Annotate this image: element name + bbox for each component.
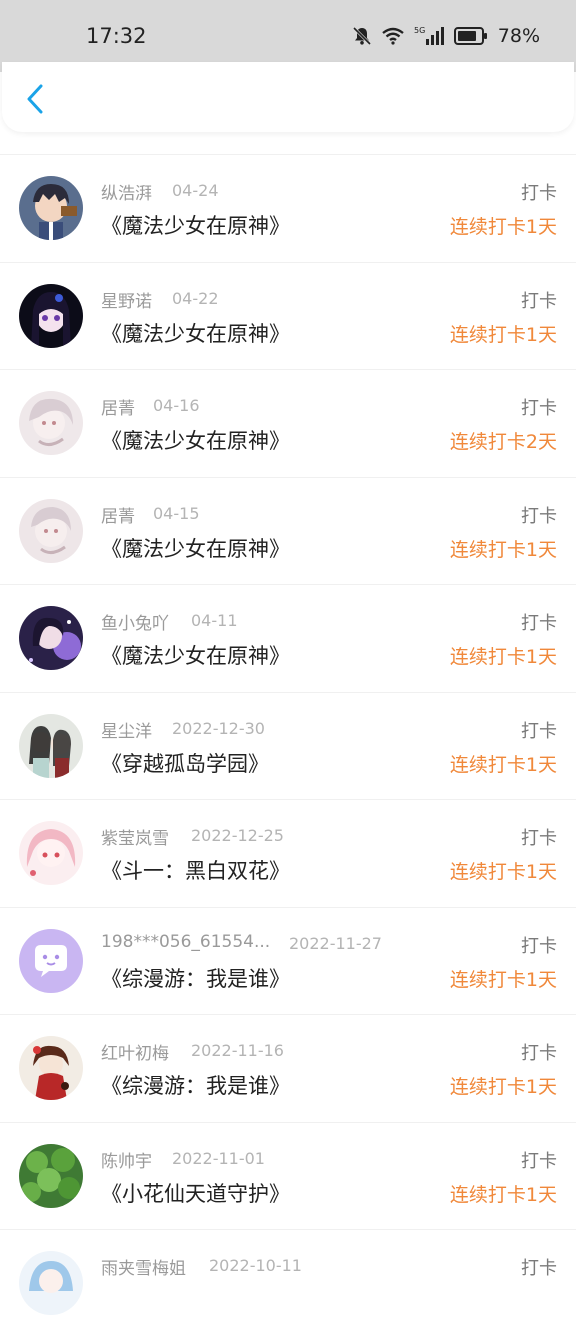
checkin-tag: 打卡 [521, 183, 557, 204]
chevron-left-icon [27, 84, 43, 114]
checkin-tag: 打卡 [521, 935, 557, 957]
svg-text:5G: 5G [414, 26, 425, 35]
streak-label: 连续打卡2天 [449, 431, 557, 453]
signal-5g-icon: 5G [414, 25, 444, 47]
book-title: 《斗一：黑白双花》 [101, 859, 290, 883]
checkin-row[interactable]: 居菁 04-16 《魔法少女在原神》 打卡 连续打卡2天 [0, 369, 576, 477]
checkin-date: 04-22 [172, 288, 219, 308]
checkin-row[interactable]: 鱼小兔吖 04-11 《魔法少女在原神》 打卡 连续打卡1天 [0, 584, 576, 692]
checkin-date: 2022-11-01 [172, 1148, 265, 1168]
checkin-list: 纵浩湃 04-24 《魔法少女在原神》 打卡 连续打卡1天 星野诺 04-22 … [0, 154, 576, 1337]
book-title: 《魔法少女在原神》 [101, 536, 290, 561]
user-name: 陈帅宇 [101, 1151, 152, 1172]
avatar[interactable] [19, 606, 83, 670]
user-name: 居菁 [101, 506, 135, 527]
avatar[interactable] [19, 498, 83, 563]
checkin-tag: 打卡 [521, 613, 557, 634]
user-name: 雨夹雪梅姐 [101, 1259, 186, 1279]
status-icons: 5G 78% [352, 22, 540, 50]
avatar[interactable] [19, 1251, 83, 1315]
checkin-date: 2022-12-30 [172, 718, 265, 738]
checkin-row[interactable]: 居菁 04-15 《魔法少女在原神》 打卡 连续打卡1天 [0, 476, 576, 585]
streak-label: 连续打卡1天 [449, 968, 557, 991]
battery-icon [453, 27, 488, 45]
streak-label: 连续打卡1天 [449, 323, 557, 346]
avatar[interactable] [19, 1036, 83, 1100]
user-name: 198***056_61554... [101, 931, 271, 952]
checkin-row[interactable]: 198***056_61554... 2022-11-27 《综漫游：我是谁》 … [0, 906, 576, 1015]
checkin-date: 04-24 [172, 181, 219, 200]
checkin-row[interactable]: 雨夹雪梅姐 2022-10-11 打卡 [0, 1229, 576, 1337]
book-title: 《穿越孤岛学园》 [101, 751, 269, 776]
streak-label: 连续打卡1天 [449, 646, 557, 668]
checkin-date: 04-16 [153, 396, 200, 415]
back-button[interactable] [20, 82, 50, 116]
checkin-tag: 打卡 [521, 828, 557, 849]
streak-label: 连续打卡1天 [449, 1183, 557, 1206]
book-title: 《魔法少女在原神》 [101, 321, 290, 346]
streak-label: 连续打卡1天 [449, 753, 557, 776]
checkin-tag: 打卡 [521, 1043, 557, 1064]
avatar[interactable] [19, 821, 83, 885]
book-title: 《综漫游：我是谁》 [101, 966, 290, 991]
checkin-tag: 打卡 [521, 1150, 557, 1172]
user-name: 纵浩湃 [101, 184, 152, 204]
checkin-row[interactable]: 纵浩湃 04-24 《魔法少女在原神》 打卡 连续打卡1天 [0, 154, 576, 262]
streak-label: 连续打卡1天 [449, 861, 557, 883]
user-name: 红叶初梅 [101, 1044, 169, 1064]
book-title: 《综漫游：我是谁》 [101, 1074, 290, 1098]
user-name: 星野诺 [101, 291, 152, 312]
streak-label: 连续打卡1天 [449, 216, 557, 238]
checkin-tag: 打卡 [521, 398, 557, 419]
user-name: 鱼小兔吖 [101, 614, 169, 634]
top-bar [2, 62, 574, 132]
checkin-row[interactable]: 星野诺 04-22 《魔法少女在原神》 打卡 连续打卡1天 [0, 261, 576, 370]
checkin-date: 04-11 [191, 611, 238, 630]
checkin-tag: 打卡 [521, 290, 557, 312]
user-name: 星尘洋 [101, 721, 152, 742]
battery-percent: 78% [497, 25, 540, 47]
checkin-date: 2022-12-25 [191, 826, 284, 845]
wifi-icon [382, 27, 404, 45]
checkin-date: 04-15 [153, 503, 200, 523]
checkin-tag: 打卡 [521, 505, 557, 527]
checkin-row[interactable]: 紫莹岚雪 2022-12-25 《斗一：黑白双花》 打卡 连续打卡1天 [0, 799, 576, 907]
checkin-date: 2022-11-27 [289, 933, 382, 953]
book-title: 《魔法少女在原神》 [101, 214, 290, 238]
streak-label: 连续打卡1天 [449, 1076, 557, 1098]
user-name: 居菁 [101, 399, 135, 419]
user-name: 紫莹岚雪 [101, 829, 169, 849]
avatar[interactable] [19, 713, 83, 778]
avatar[interactable] [19, 1143, 83, 1208]
checkin-date: 2022-10-11 [209, 1256, 302, 1275]
book-title: 《魔法少女在原神》 [101, 644, 290, 668]
checkin-tag: 打卡 [521, 1258, 557, 1279]
avatar[interactable] [19, 391, 83, 455]
checkin-row[interactable]: 星尘洋 2022-12-30 《穿越孤岛学园》 打卡 连续打卡1天 [0, 691, 576, 800]
streak-label: 连续打卡1天 [449, 538, 557, 561]
avatar[interactable] [19, 283, 83, 348]
avatar[interactable] [19, 176, 83, 240]
book-title: 《魔法少女在原神》 [101, 429, 290, 453]
checkin-row[interactable]: 陈帅宇 2022-11-01 《小花仙天道守护》 打卡 连续打卡1天 [0, 1121, 576, 1230]
checkin-tag: 打卡 [521, 720, 557, 742]
checkin-date: 2022-11-16 [191, 1041, 284, 1060]
checkin-row[interactable]: 红叶初梅 2022-11-16 《综漫游：我是谁》 打卡 连续打卡1天 [0, 1014, 576, 1122]
bell-muted-icon [352, 26, 372, 46]
status-time: 17:32 [86, 24, 147, 48]
avatar[interactable] [19, 928, 83, 993]
book-title: 《小花仙天道守护》 [101, 1181, 290, 1206]
